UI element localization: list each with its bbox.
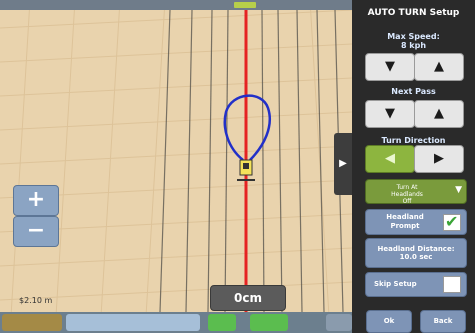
headland-prompt-label-line1: Headland (386, 213, 424, 221)
headland-distance-label: Headland Distance: (377, 245, 455, 253)
turn-left-button[interactable]: ◀ (365, 145, 415, 173)
skip-setup-toggle[interactable]: Skip Setup (365, 272, 467, 297)
turn-right-button[interactable]: ▶ (414, 145, 464, 173)
field-grid (0, 0, 352, 333)
auto-turn-screen: + − $2.10 m 0cm ▶ AUTO TURN Setup Max Sp… (0, 0, 475, 333)
menu-icon[interactable] (326, 314, 352, 331)
guidance-offset-display: 0cm (210, 285, 286, 311)
skip-setup-label: Skip Setup (374, 280, 417, 288)
next-pass-label: Next Pass (391, 87, 436, 96)
max-speed-value: 8 kph (400, 41, 427, 50)
next-pass-increase-button[interactable]: ▲ (414, 100, 464, 128)
swath-overview-icon[interactable] (66, 314, 200, 331)
turn-at-headlands-line2: Headlands (391, 191, 423, 198)
chevron-down-icon: ▼ (455, 185, 462, 195)
zoom-out-button[interactable]: − (13, 216, 59, 247)
back-button[interactable]: Back (420, 310, 466, 333)
headland-prompt-toggle[interactable]: Headland Prompt (365, 209, 467, 235)
max-speed-decrease-button[interactable]: ▼ (365, 53, 415, 81)
headland-prompt-checkbox[interactable] (443, 212, 461, 231)
turn-at-headlands-line1: Turn At (396, 184, 418, 191)
headland-prompt-label-line2: Prompt (390, 222, 420, 230)
zoom-in-button[interactable]: + (13, 185, 59, 216)
bottom-toolbar (0, 312, 352, 333)
headland-distance-value: 10.0 sec (399, 253, 433, 261)
guidance-mode-icon[interactable] (208, 314, 236, 331)
top-status-bar (0, 0, 352, 10)
panel-collapse-tab[interactable]: ▶ (334, 133, 352, 195)
field-thumbnail-icon[interactable] (2, 314, 62, 331)
next-pass-decrease-button[interactable]: ▼ (365, 100, 415, 128)
turn-at-headlands-line3: Off (402, 198, 412, 205)
vehicle-mode-icon[interactable] (250, 314, 288, 331)
headland-distance-button[interactable]: Headland Distance: 10.0 sec (365, 238, 467, 268)
field-map[interactable]: + − $2.10 m 0cm ▶ (0, 0, 352, 333)
turn-at-headlands-dropdown[interactable]: Turn At Headlands Off ▼ (365, 179, 467, 205)
max-speed-increase-button[interactable]: ▲ (414, 53, 464, 81)
ok-button[interactable]: Ok (366, 310, 412, 333)
map-scale: $2.10 m (19, 296, 53, 305)
skip-setup-checkbox[interactable] (443, 276, 461, 293)
panel-title: AUTO TURN Setup (367, 8, 460, 18)
